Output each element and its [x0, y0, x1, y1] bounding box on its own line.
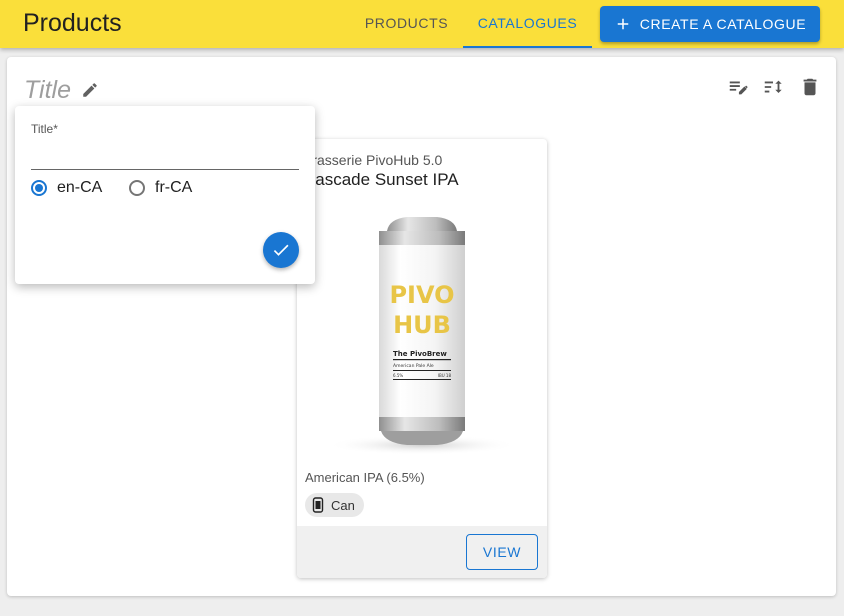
- card-brewery: Brasserie PivoHub 5.0: [303, 152, 443, 168]
- tab-catalogues[interactable]: Catalogues: [463, 0, 592, 48]
- locale-label-en-ca: en-CA: [57, 179, 103, 196]
- app-bar: Products Products Catalogues Create a ca…: [0, 0, 844, 48]
- create-catalogue-button[interactable]: Create a catalogue: [600, 6, 820, 42]
- title-edit-popover: Title* en-CA fr-CA: [15, 106, 315, 284]
- sort-icon[interactable]: [762, 76, 784, 98]
- tab-products[interactable]: Products: [351, 0, 462, 48]
- format-chip-label: Can: [331, 497, 355, 513]
- catalogue-title[interactable]: Title: [24, 76, 71, 105]
- app-title: Products: [23, 9, 122, 37]
- card-style: American IPA (6.5%): [305, 470, 425, 485]
- radio-fr-ca[interactable]: [129, 180, 145, 196]
- plus-icon: [617, 18, 629, 30]
- title-field-label: Title*: [31, 122, 58, 136]
- can-icon: [312, 497, 324, 513]
- create-catalogue-label: Create a catalogue: [639, 16, 807, 32]
- format-chip: Can: [305, 493, 364, 517]
- product-image: PIVO HUB The PivoBrew American Pale Ale …: [297, 207, 547, 462]
- can-logo-top: PIVO: [389, 281, 454, 309]
- can-brew-style: American Pale Ale: [393, 363, 434, 369]
- can-brew-name: The PivoBrew: [393, 350, 447, 358]
- radio-en-ca[interactable]: [31, 180, 47, 196]
- check-icon: [273, 244, 289, 256]
- confirm-button[interactable]: [263, 232, 299, 268]
- title-input[interactable]: [31, 142, 299, 170]
- locale-option-fr-ca[interactable]: fr-CA: [129, 179, 192, 197]
- can-abv: 6.5%: [393, 373, 403, 378]
- pencil-icon[interactable]: [81, 81, 99, 99]
- locale-option-en-ca[interactable]: en-CA: [31, 179, 102, 197]
- view-button[interactable]: View: [466, 534, 538, 570]
- locale-label-fr-ca: fr-CA: [155, 179, 193, 196]
- edit-list-icon[interactable]: [727, 76, 749, 98]
- trash-icon[interactable]: [799, 76, 821, 98]
- card-actions: View: [297, 526, 547, 578]
- can-ibu: IBU 18: [438, 373, 452, 378]
- can-logo-bottom: HUB: [393, 311, 451, 339]
- card-product-name: Cascade Sunset IPA: [303, 170, 459, 189]
- product-card: Brasserie PivoHub 5.0 Cascade Sunset IPA: [297, 139, 547, 578]
